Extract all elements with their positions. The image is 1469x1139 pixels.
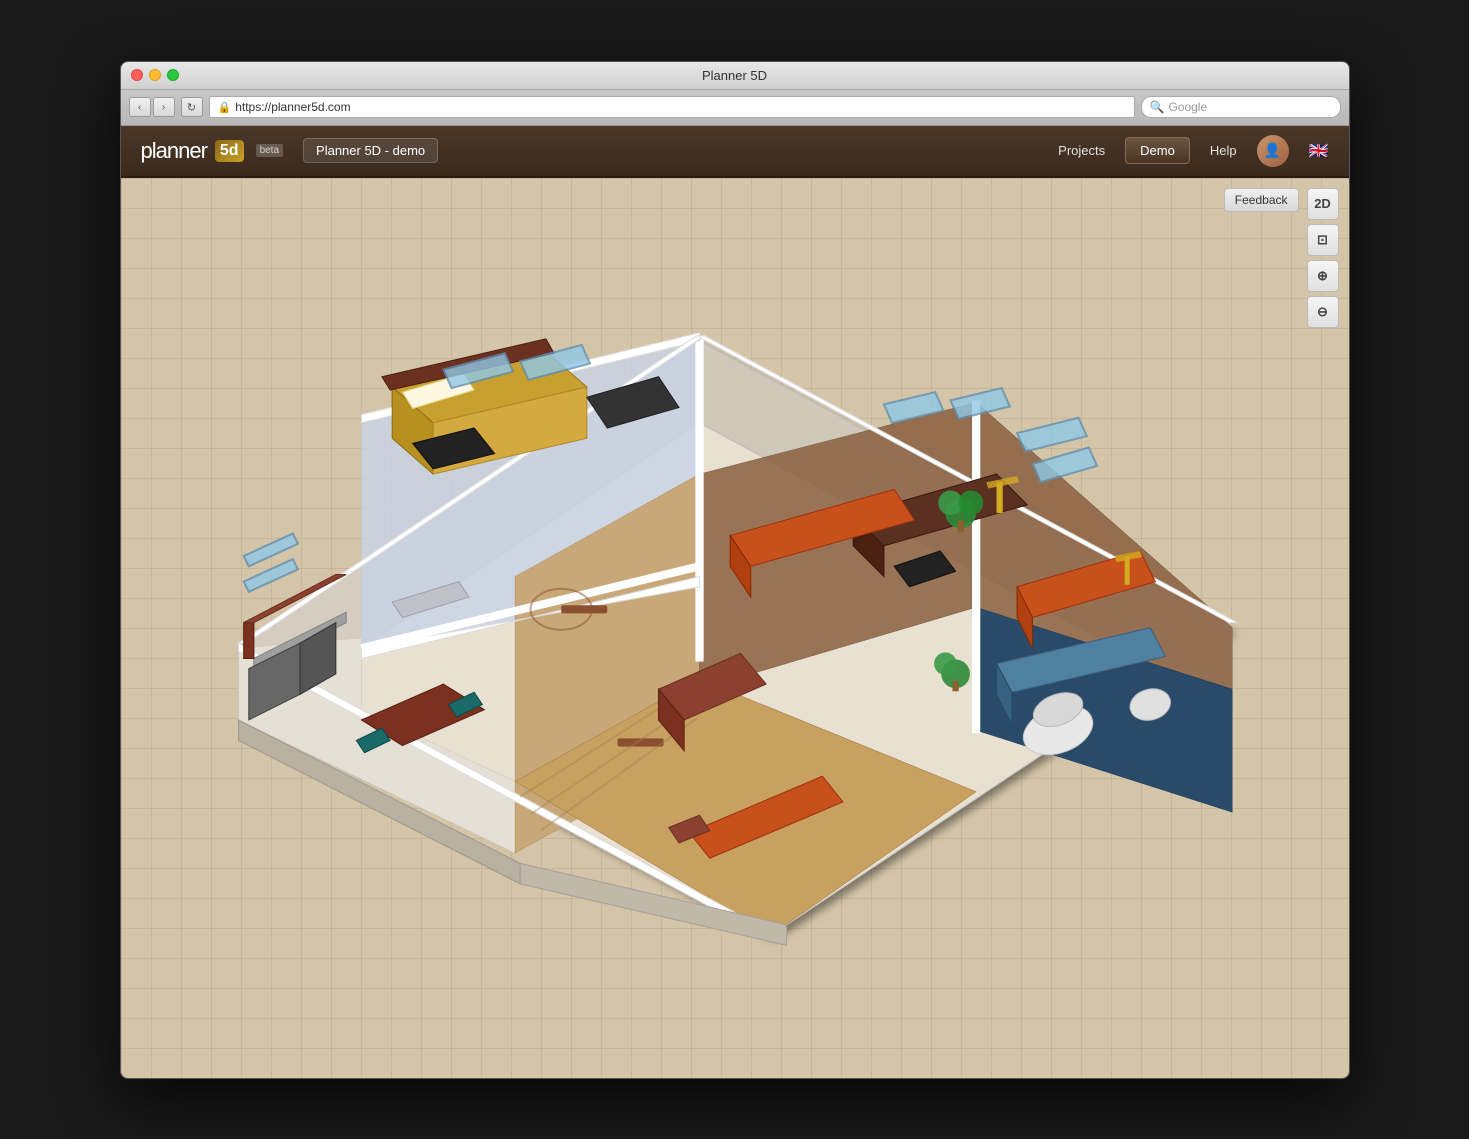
app-header: planner 5d beta Planner 5D - demo Projec…: [121, 126, 1349, 178]
nav-help-link[interactable]: Help: [1210, 143, 1237, 158]
canvas-area[interactable]: Feedback 2D ⊡ ⊕ ⊖: [121, 178, 1349, 1078]
minimize-button[interactable]: [149, 69, 161, 81]
zoom-out-button[interactable]: ⊖: [1307, 296, 1339, 328]
maximize-button[interactable]: [167, 69, 179, 81]
nav-buttons: ‹ ›: [129, 97, 175, 117]
back-button[interactable]: ‹: [129, 97, 151, 117]
window-title: Planner 5D: [702, 68, 767, 83]
forward-button[interactable]: ›: [153, 97, 175, 117]
avatar[interactable]: 👤: [1257, 135, 1289, 167]
view-2d-button[interactable]: 2D: [1307, 188, 1339, 220]
project-name-area: Planner 5D - demo: [303, 138, 438, 163]
search-icon: 🔍: [1150, 100, 1165, 114]
logo-area: planner 5d beta: [141, 138, 284, 164]
zoom-in-icon: ⊕: [1317, 268, 1328, 284]
header-nav: Projects Demo Help 👤 🇬🇧: [1058, 135, 1328, 167]
url-bar: ‹ › ↻ 🔒 https://planner5d.com 🔍 Google: [121, 90, 1349, 126]
browser-window: Planner 5D ‹ › ↻ 🔒 https://planner5d.com…: [120, 61, 1350, 1079]
title-bar: Planner 5D: [121, 62, 1349, 90]
search-field[interactable]: 🔍 Google: [1141, 96, 1341, 118]
lock-icon: 🔒: [218, 101, 232, 114]
logo-5d: 5d: [215, 140, 244, 162]
search-placeholder: Google: [1168, 100, 1207, 114]
beta-badge: beta: [256, 144, 283, 157]
refresh-button[interactable]: ↻: [181, 97, 203, 117]
close-button[interactable]: [131, 69, 143, 81]
project-name[interactable]: Planner 5D - demo: [303, 138, 438, 163]
logo-text: planner: [141, 138, 207, 164]
traffic-lights: [131, 69, 179, 81]
feedback-button[interactable]: Feedback: [1224, 188, 1299, 212]
language-flag[interactable]: 🇬🇧: [1309, 141, 1329, 161]
camera-icon: ⊡: [1317, 232, 1328, 248]
nav-projects-link[interactable]: Projects: [1058, 143, 1105, 158]
right-toolbar: 2D ⊡ ⊕ ⊖: [1307, 188, 1339, 328]
floorplan-container: [141, 218, 1299, 1058]
url-text: https://planner5d.com: [235, 100, 350, 114]
floorplan-svg[interactable]: [141, 218, 1299, 1058]
nav-demo-button[interactable]: Demo: [1125, 137, 1190, 164]
url-field[interactable]: 🔒 https://planner5d.com: [209, 96, 1135, 118]
zoom-out-icon: ⊖: [1317, 304, 1328, 320]
camera-button[interactable]: ⊡: [1307, 224, 1339, 256]
zoom-in-button[interactable]: ⊕: [1307, 260, 1339, 292]
